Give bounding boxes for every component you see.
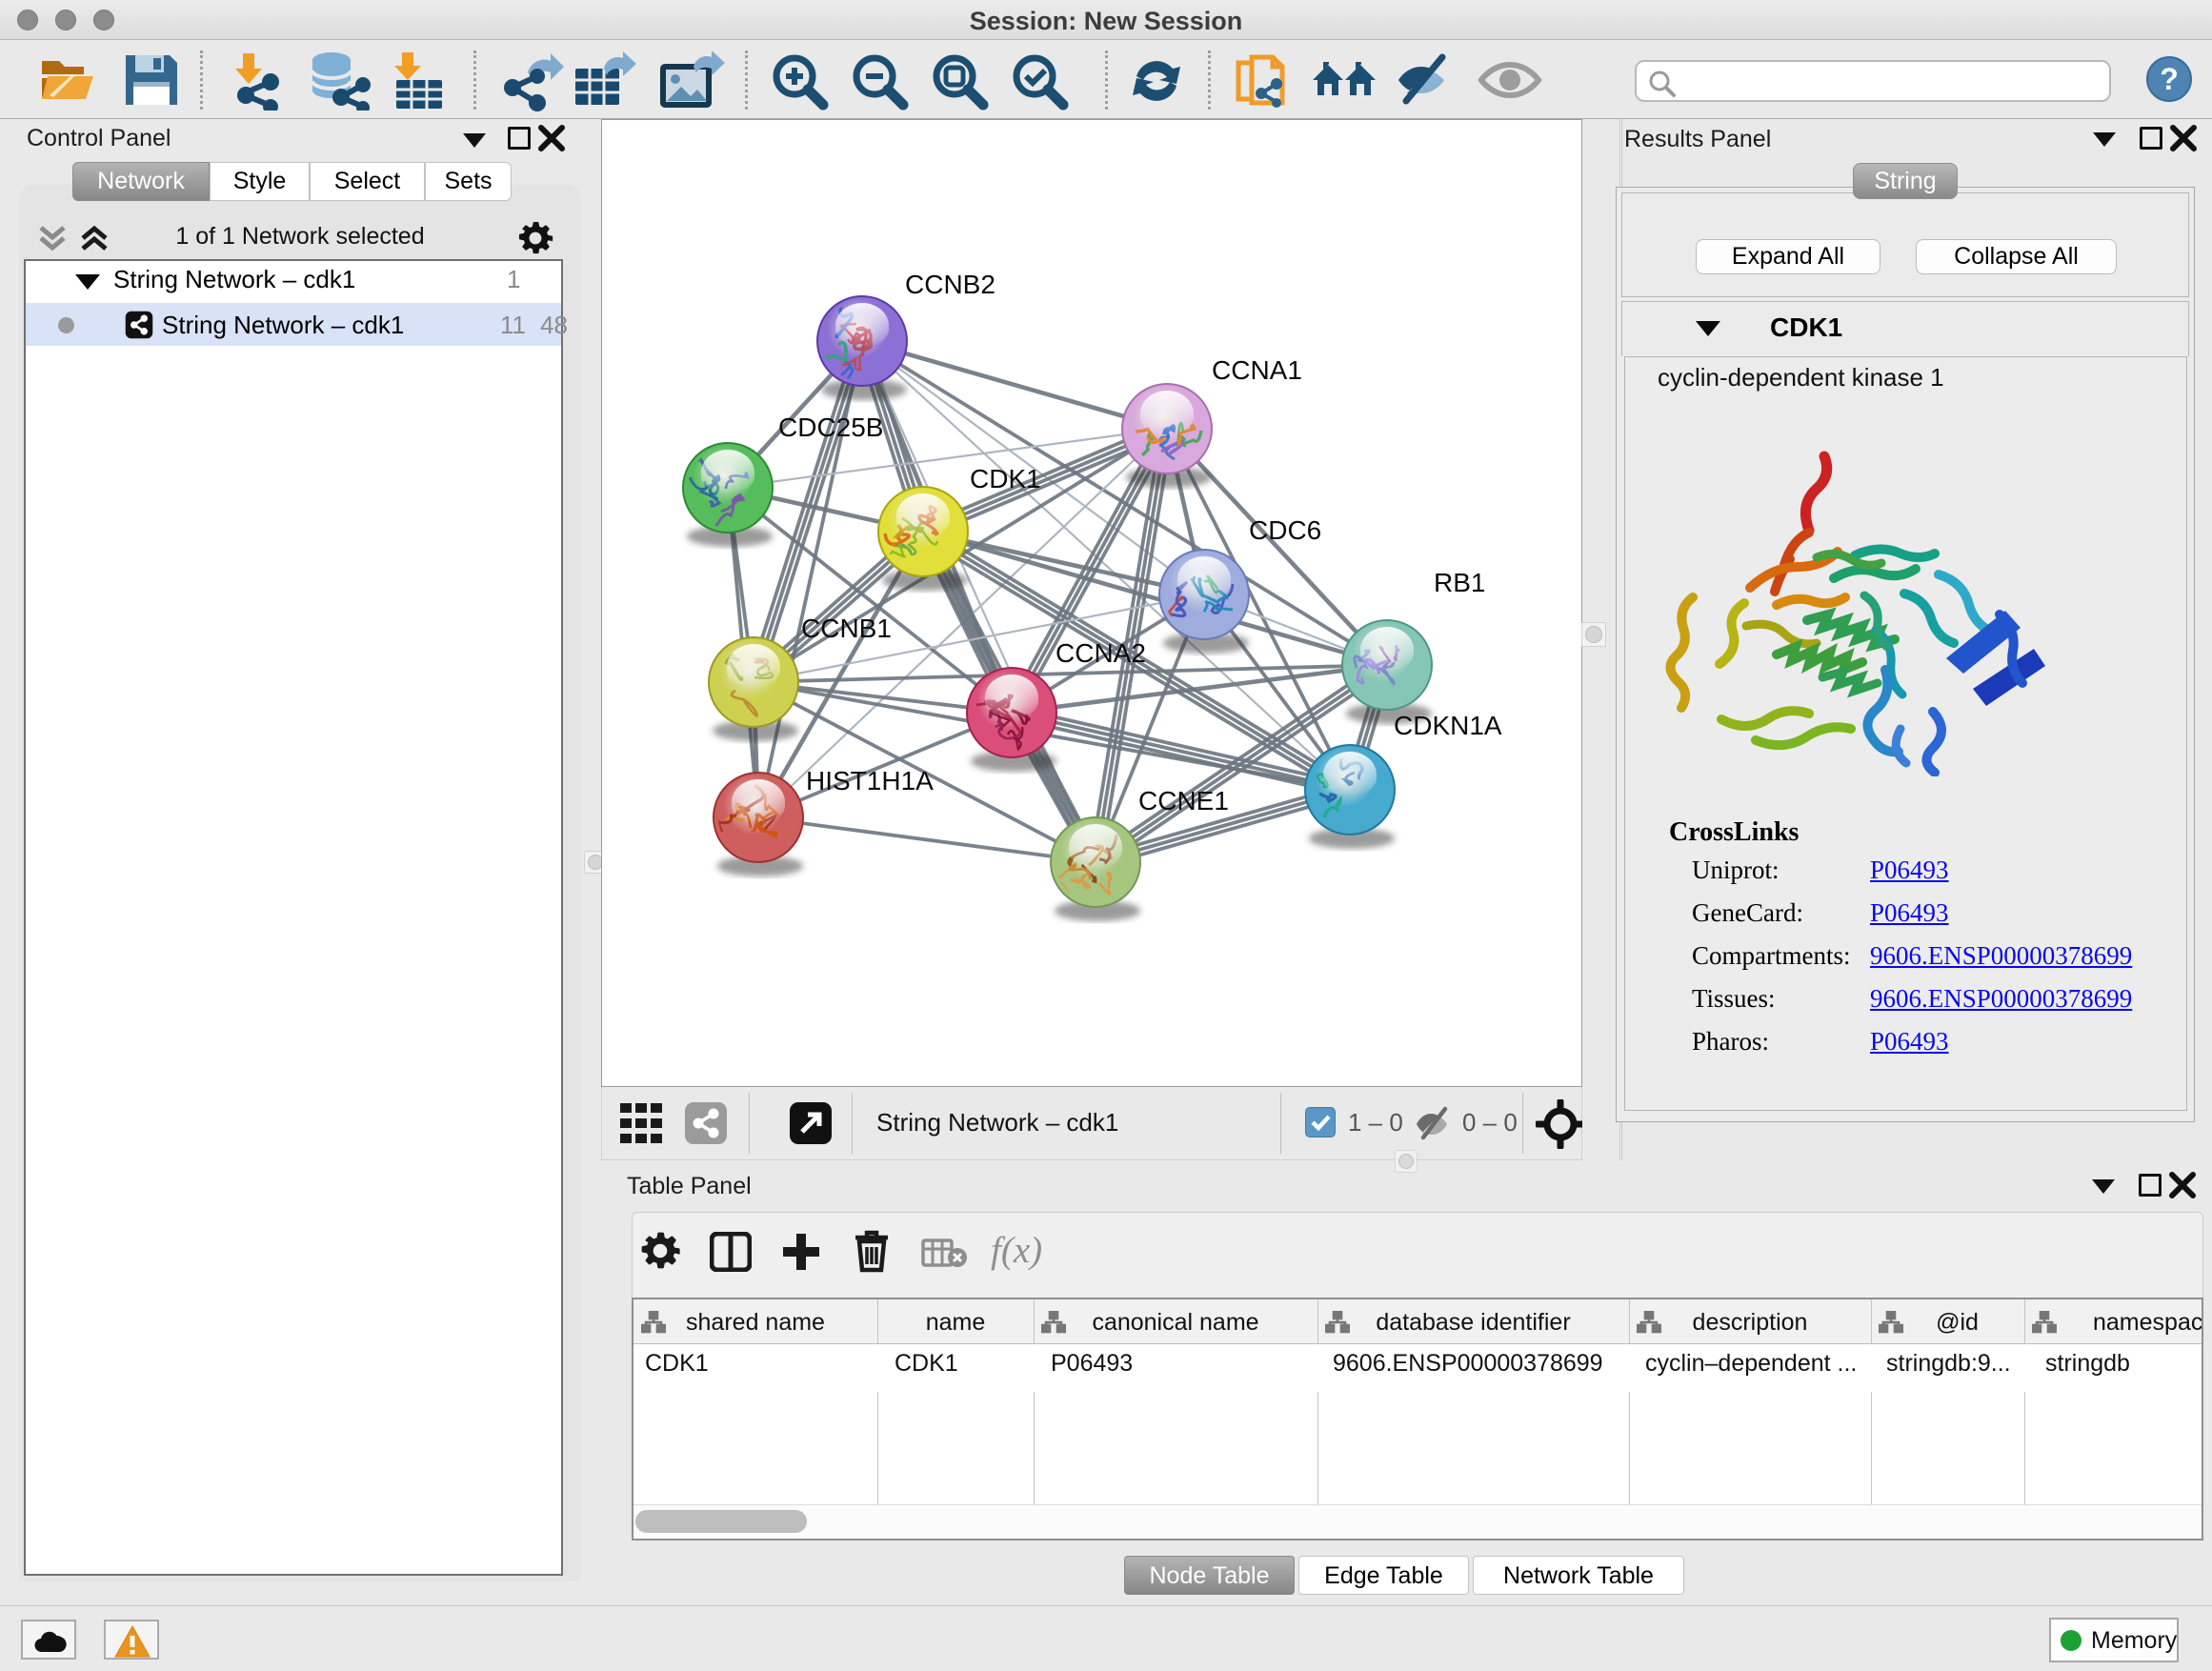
svg-text:RB1: RB1	[1434, 568, 1485, 597]
svg-text:HIST1H1A: HIST1H1A	[806, 766, 934, 795]
svg-text:CDC6: CDC6	[1249, 515, 1321, 545]
svg-text:CCNB1: CCNB1	[801, 614, 892, 643]
svg-text:?: ?	[2160, 62, 2179, 96]
svg-text:CCNB2: CCNB2	[905, 270, 995, 299]
svg-text:CDK1: CDK1	[970, 464, 1041, 493]
svg-text:CDKN1A: CDKN1A	[1394, 711, 1502, 740]
svg-text:CCNA1: CCNA1	[1212, 355, 1302, 385]
svg-text:CCNA2: CCNA2	[1056, 638, 1146, 668]
svg-text:CCNE1: CCNE1	[1138, 786, 1229, 815]
svg-text:CDC25B: CDC25B	[778, 413, 883, 442]
